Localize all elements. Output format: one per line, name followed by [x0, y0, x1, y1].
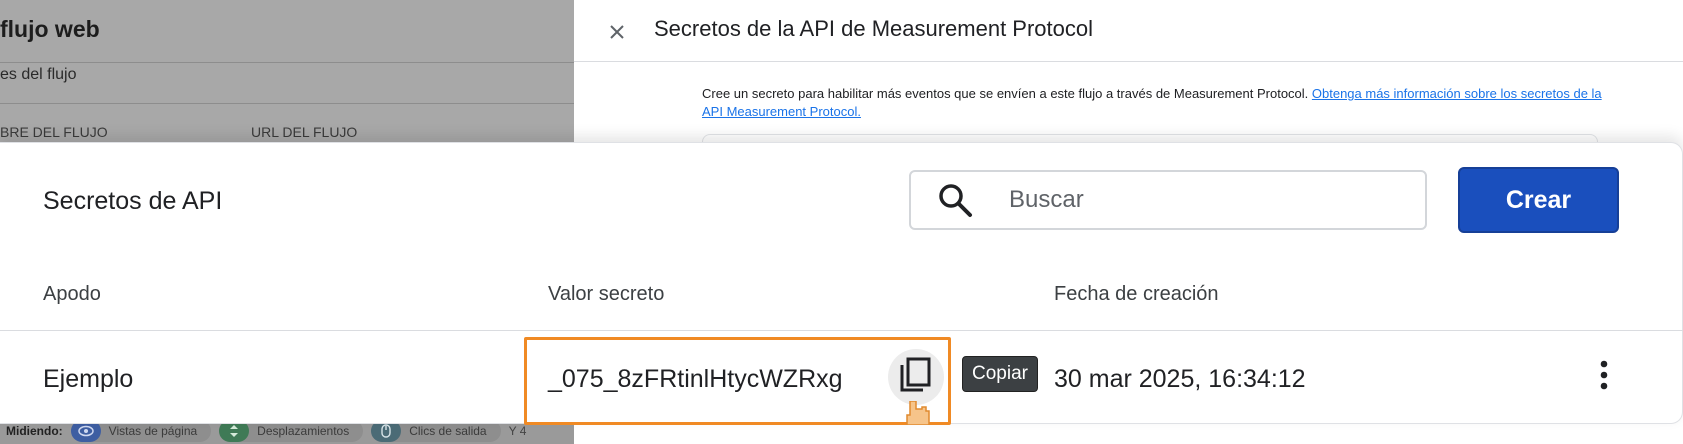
- chip-label: Vistas de página: [108, 424, 198, 438]
- divider: [0, 103, 574, 104]
- description-text: Cree un secreto para habilitar más event…: [702, 86, 1312, 101]
- stream-url-column: URL DEL FLUJO: [251, 124, 358, 140]
- row-more-button[interactable]: [1586, 357, 1622, 397]
- measuring-label: Midiendo:: [6, 424, 63, 438]
- column-header-creation-date[interactable]: Fecha de creación: [1054, 283, 1219, 306]
- copy-icon: [898, 356, 934, 399]
- hand-cursor-icon: [902, 401, 932, 425]
- table-row: Ejemplo _075_8zFRtinlHtycWZRxg 30 mar 20…: [0, 331, 1683, 425]
- copy-tooltip: Copiar: [962, 356, 1038, 392]
- secret-value-cell: _075_8zFRtinlHtycWZRxg: [548, 365, 843, 393]
- stream-details-heading: es del flujo: [0, 66, 77, 83]
- panel-title: Secretos de la API de Measurement Protoc…: [654, 16, 1094, 41]
- more-events-label: Y 4: [508, 424, 527, 438]
- creation-date-cell: 30 mar 2025, 16:34:12: [1054, 365, 1306, 393]
- panel-header: Secretos de la API de Measurement Protoc…: [574, 0, 1683, 62]
- alias-cell: Ejemplo: [43, 365, 134, 393]
- copy-button[interactable]: [888, 349, 944, 405]
- card-title: Secretos de API: [43, 187, 223, 215]
- column-header-secret-value[interactable]: Valor secreto: [548, 283, 664, 306]
- close-icon: [609, 16, 625, 47]
- close-panel-button[interactable]: [602, 16, 632, 46]
- panel-description: Cree un secreto para habilitar más event…: [702, 85, 1602, 121]
- search-icon: [937, 182, 973, 218]
- divider: [0, 62, 574, 63]
- create-button[interactable]: Crear: [1458, 167, 1619, 233]
- chip-label: Desplazamientos: [257, 424, 350, 438]
- api-secrets-card: Secretos de API Crear Apodo Valor secret…: [0, 142, 1683, 425]
- stream-name-column: BRE DEL FLUJO: [0, 124, 108, 140]
- search-input[interactable]: [1009, 186, 1399, 214]
- column-header-alias[interactable]: Apodo: [43, 283, 101, 306]
- chip-label: Clics de salida: [409, 424, 487, 438]
- stream-title: flujo web: [0, 16, 100, 42]
- more-vert-icon: [1600, 360, 1608, 395]
- search-field[interactable]: [909, 170, 1427, 230]
